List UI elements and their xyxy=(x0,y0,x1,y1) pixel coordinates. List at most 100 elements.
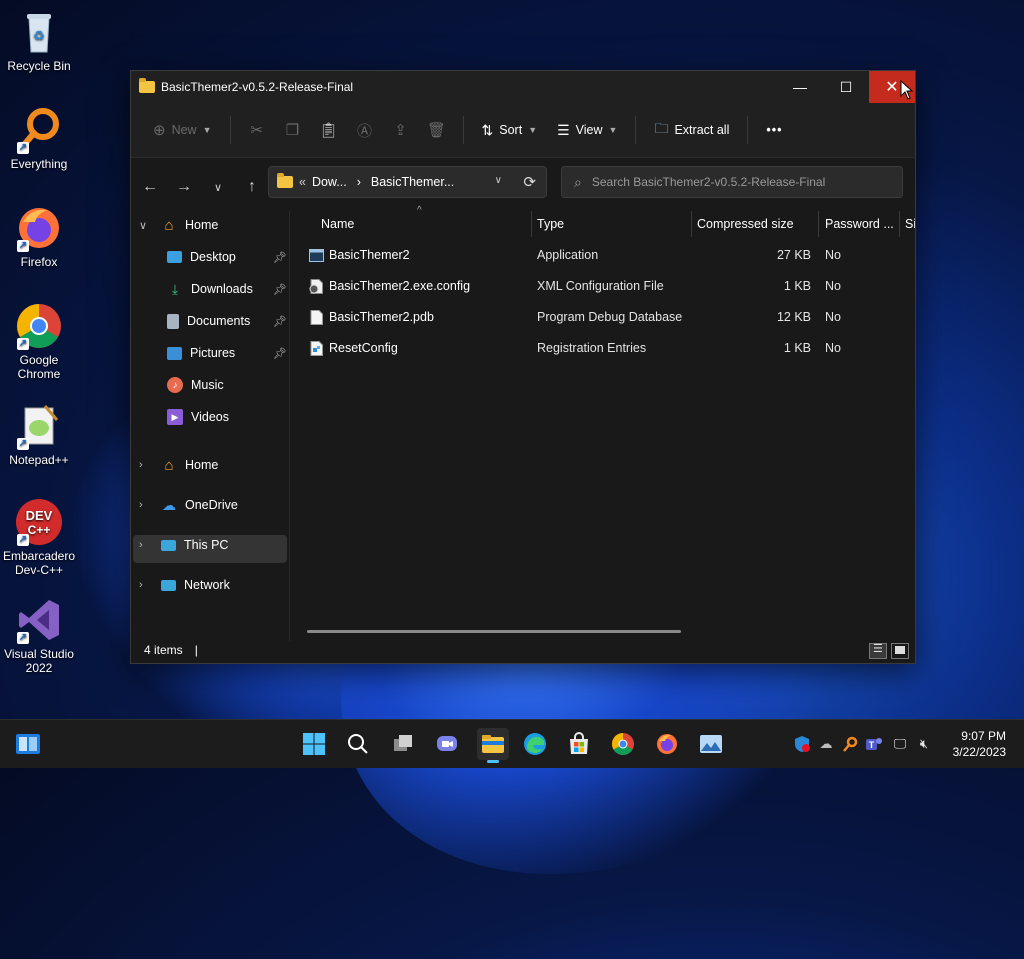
pin-icon[interactable]: 📌︎ xyxy=(273,251,287,264)
taskbar-edge[interactable] xyxy=(521,730,549,758)
nav-item-this-pc[interactable]: This PC xyxy=(161,531,228,559)
cut-button[interactable]: ✂ xyxy=(239,116,275,144)
more-options-button[interactable]: ••• xyxy=(756,117,792,143)
desktop-icon-visual-studio[interactable]: ↗ Visual Studio 2022 xyxy=(0,596,78,675)
expand-chevron[interactable]: › xyxy=(139,499,143,511)
sort-button[interactable]: ⇅ Sort ▼ xyxy=(472,116,548,145)
firefox-icon xyxy=(657,734,677,754)
file-name: BasicThemer2 xyxy=(329,248,410,262)
expand-home-chevron[interactable]: ∨ xyxy=(139,219,147,232)
pin-icon[interactable]: 📌︎ xyxy=(273,315,287,328)
teams-tray-icon[interactable]: T xyxy=(864,734,884,754)
network-tray-icon[interactable]: 🖵︎ xyxy=(890,734,910,754)
view-button[interactable]: ☰ View ▼ xyxy=(547,116,627,145)
everything-tray-icon[interactable] xyxy=(840,734,860,754)
taskbar-photos[interactable] xyxy=(697,730,725,758)
recent-locations-button[interactable]: ∨ xyxy=(201,181,235,194)
forward-button[interactable]: → xyxy=(167,178,201,196)
sort-label: Sort xyxy=(499,123,523,137)
column-header-name[interactable]: Name xyxy=(321,211,354,237)
rename-button[interactable]: Ⓐ xyxy=(347,116,383,144)
nav-item-pictures[interactable]: Pictures xyxy=(167,339,235,367)
taskbar-store[interactable] xyxy=(565,730,593,758)
file-row[interactable]: BasicThemer2.exe.config XML Configuratio… xyxy=(291,271,911,302)
svg-text:C++: C++ xyxy=(28,523,51,537)
search-box[interactable]: ⌕ Search BasicThemer2-v0.5.2-Release-Fin… xyxy=(561,166,903,198)
music-icon: ♪ xyxy=(167,377,183,393)
nav-item-home[interactable]: ⌂ Home xyxy=(161,211,218,239)
breadcrumb-downloads[interactable]: Dow... xyxy=(312,175,347,189)
column-header-password[interactable]: Password ... xyxy=(825,211,894,237)
new-button[interactable]: ⊕ New ▼ xyxy=(143,115,222,145)
taskbar: ☁ T 🖵︎ 🔇︎ 9:07 PM 3/22/2023 xyxy=(0,719,1024,768)
nav-item-onedrive[interactable]: ☁ OneDrive xyxy=(161,491,238,519)
desktop-icon-devcpp[interactable]: DEV C++ ↗ Embarcadero Dev-C++ xyxy=(0,498,78,577)
extract-all-button[interactable]: 🗀︎ Extract all xyxy=(644,112,739,148)
column-header-type[interactable]: Type xyxy=(537,211,564,237)
details-view-button[interactable]: ☰ xyxy=(869,643,887,659)
taskbar-firefox[interactable] xyxy=(653,730,681,758)
expand-chevron[interactable]: › xyxy=(139,459,143,471)
folder-icon xyxy=(277,173,293,188)
nav-item-downloads[interactable]: ⤓ Downloads xyxy=(167,275,253,303)
column-resizer[interactable] xyxy=(691,211,692,237)
paste-button[interactable]: 📋︎ xyxy=(311,116,347,144)
column-resizer[interactable] xyxy=(899,211,900,237)
address-dropdown-icon[interactable]: ∨ xyxy=(495,175,502,186)
horizontal-scrollbar[interactable] xyxy=(307,630,681,633)
application-icon xyxy=(309,249,324,262)
recycle-bin-icon: ♻ xyxy=(15,8,63,56)
desktop-icon-recycle-bin[interactable]: ♻ Recycle Bin xyxy=(0,8,78,73)
breadcrumb-current[interactable]: BasicThemer... xyxy=(371,175,454,189)
pane-divider[interactable] xyxy=(289,211,290,641)
taskbar-chrome[interactable] xyxy=(609,730,637,758)
refresh-button[interactable]: ⟳ xyxy=(523,173,536,191)
nav-item-documents[interactable]: Documents xyxy=(167,307,250,335)
taskbar-search-button[interactable] xyxy=(344,730,372,758)
show-widgets-button[interactable] xyxy=(14,730,42,758)
nav-item-network[interactable]: Network xyxy=(161,571,230,599)
clock[interactable]: 9:07 PM 3/22/2023 xyxy=(953,728,1006,760)
column-resizer[interactable] xyxy=(818,211,819,237)
copy-button[interactable]: ❐ xyxy=(275,116,311,144)
nav-item-desktop[interactable]: Desktop xyxy=(167,243,236,271)
task-view-button[interactable] xyxy=(389,730,417,758)
address-bar[interactable]: « Dow... › BasicThemer... ∨ ⟳ xyxy=(268,166,547,198)
minimize-button[interactable]: — xyxy=(777,71,823,103)
share-button[interactable]: ⇪ xyxy=(383,116,419,144)
home-icon: ⌂ xyxy=(164,216,174,234)
tiles-view-icon xyxy=(895,646,905,654)
column-resizer[interactable] xyxy=(531,211,532,237)
maximize-button[interactable]: ☐ xyxy=(823,71,869,103)
desktop-icon-notepadpp[interactable]: ↗ Notepad++ xyxy=(0,402,78,467)
nav-item-home-root[interactable]: ⌂ Home xyxy=(161,451,218,479)
taskbar-file-explorer[interactable] xyxy=(477,728,509,763)
pin-icon[interactable]: 📌︎ xyxy=(273,283,287,296)
delete-button[interactable]: 🗑︎ xyxy=(419,116,455,144)
pin-icon[interactable]: 📌︎ xyxy=(273,347,287,360)
file-row[interactable]: BasicThemer2.pdb Program Debug Database … xyxy=(291,302,911,333)
column-header-size[interactable]: Si xyxy=(905,211,915,237)
volume-tray-icon[interactable]: 🔇︎ xyxy=(914,734,934,754)
nav-item-music[interactable]: ♪ Music xyxy=(167,371,224,399)
desktop-icon-everything[interactable]: ↗ Everything xyxy=(0,106,78,171)
file-row[interactable]: ResetConfig Registration Entries 1 KB No xyxy=(291,333,911,364)
overflow-chevron[interactable]: « xyxy=(299,175,306,189)
file-type: XML Configuration File xyxy=(537,279,664,293)
up-button[interactable]: ↑ xyxy=(235,178,269,196)
expand-chevron[interactable]: › xyxy=(139,579,143,591)
expand-chevron[interactable]: › xyxy=(139,539,143,551)
start-button[interactable] xyxy=(300,730,328,758)
column-header-compressed-size[interactable]: Compressed size xyxy=(697,211,794,237)
title-bar[interactable]: BasicThemer2-v0.5.2-Release-Final — ☐ ✕ xyxy=(131,71,915,103)
teams-chat-button[interactable] xyxy=(433,730,461,758)
nav-item-videos[interactable]: ▶ Videos xyxy=(167,403,229,431)
desktop-icon-firefox[interactable]: ↗ Firefox xyxy=(0,204,78,269)
desktop-icon-chrome[interactable]: ↗ Google Chrome xyxy=(0,302,78,381)
back-button[interactable]: ← xyxy=(133,178,167,196)
file-row[interactable]: BasicThemer2 Application 27 KB No xyxy=(291,240,911,271)
file-type: Registration Entries xyxy=(537,341,647,355)
onedrive-tray-icon[interactable]: ☁ xyxy=(816,734,836,754)
tiles-view-button[interactable] xyxy=(891,643,909,659)
defender-tray-icon[interactable] xyxy=(792,734,812,754)
